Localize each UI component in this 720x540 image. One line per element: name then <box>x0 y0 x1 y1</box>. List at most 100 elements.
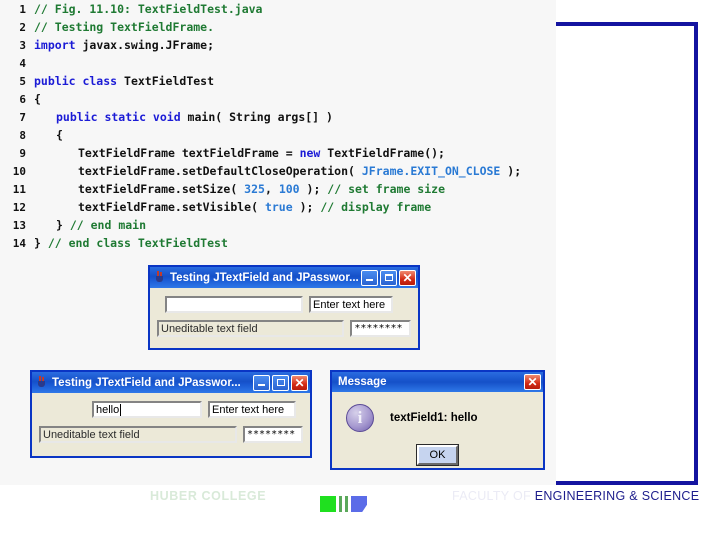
code-token: ); <box>292 200 321 214</box>
code-token: // Fig. 11.10: TextFieldTest.java <box>34 2 263 16</box>
code-token: true <box>264 200 293 214</box>
information-icon: i <box>346 404 374 432</box>
code-token: args[] ) <box>270 110 333 124</box>
ok-button[interactable]: OK <box>416 445 459 465</box>
slide-canvas: 1 // Fig. 11.10: TextFieldTest.java 2 // Te… <box>0 0 720 540</box>
window-textfieldtest-typed[interactable]: Testing JTextField and JPasswor... ✕ hel… <box>30 370 312 458</box>
window-textfieldtest-empty[interactable]: Testing JTextField and JPasswor... ✕ Ent… <box>148 265 420 350</box>
password-field[interactable]: ******** <box>350 320 411 337</box>
code-line-text: public class TextFieldTest <box>34 74 214 88</box>
window1-titlebar[interactable]: Testing JTextField and JPasswor... ✕ <box>150 267 418 288</box>
minimize-button[interactable] <box>361 269 378 286</box>
code-line: 13 } // end main <box>4 216 556 234</box>
message-dialog-content: i textField1: hello <box>332 392 543 432</box>
window2-body: hello Enter text here Uneditable text fi… <box>32 393 310 456</box>
code-line-text: TextFieldFrame textFieldFrame = new Text… <box>34 146 445 160</box>
java-cup-icon <box>153 271 166 284</box>
code-line-number: 2 <box>19 21 26 34</box>
code-line-text: textFieldFrame.setVisible( true ); // di… <box>34 200 431 214</box>
message-dialog-title: Message <box>338 376 387 388</box>
code-line-text: textFieldFrame.setSize( 325, 100 ); // s… <box>34 182 445 196</box>
code-line: 9 TextFieldFrame textFieldFrame = new Tex… <box>4 144 556 162</box>
minimize-button[interactable] <box>253 374 270 391</box>
textfield1[interactable]: hello <box>92 401 202 418</box>
code-line-text: // Fig. 11.10: TextFieldTest.java <box>34 2 262 16</box>
close-icon[interactable]: ✕ <box>524 374 541 390</box>
textfield1-value: hello <box>96 403 120 416</box>
code-token: // end main <box>69 218 147 232</box>
code-token: textFieldFrame.setDefaultCloseOperation( <box>78 164 362 178</box>
code-line-number: 14 <box>12 237 26 250</box>
code-token: javax.swing.JFrame; <box>75 38 215 52</box>
code-token: // display frame <box>320 200 432 214</box>
institution-logo <box>320 496 367 516</box>
code-token: { <box>56 128 63 142</box>
code-line-text: } // end main <box>34 218 146 232</box>
code-line-text: { <box>34 92 41 106</box>
code-line-text: { <box>34 128 63 142</box>
uneditable-textfield: Uneditable text field <box>157 320 345 337</box>
message-dialog[interactable]: Message ✕ i textField1: hello OK <box>330 370 545 470</box>
code-token: // Testing TextFieldFrame. <box>34 20 215 34</box>
code-token: main( <box>180 110 230 124</box>
code-line-number: 11 <box>12 183 26 196</box>
password-field[interactable]: ******** <box>243 426 303 443</box>
uneditable-textfield: Uneditable text field <box>39 426 237 443</box>
code-token: TextFieldFrame(); <box>320 146 445 160</box>
maximize-button[interactable] <box>380 269 397 286</box>
code-line: 7 public static void main( String args[] … <box>4 108 556 126</box>
code-token: import <box>34 38 76 52</box>
code-line-number: 8 <box>19 129 26 142</box>
footer-left-text: HUBER COLLEGE <box>150 489 267 503</box>
logo-bar-1 <box>339 496 342 512</box>
textfield2[interactable]: Enter text here <box>309 296 393 313</box>
message-dialog-buttons: OK <box>332 445 543 465</box>
code-token: ); <box>299 182 328 196</box>
code-line: 11 textFieldFrame.setSize( 325, 100 ); //… <box>4 180 556 198</box>
code-line-number: 4 <box>19 57 26 70</box>
code-token: String <box>229 110 271 124</box>
code-token: public class <box>34 74 118 88</box>
code-token: new <box>299 146 321 160</box>
logo-green-square <box>320 496 336 512</box>
code-token: // end class TextFieldTest <box>47 236 228 250</box>
restore-button[interactable] <box>272 374 289 391</box>
code-line: 4 <box>4 54 556 72</box>
code-line-text: } // end class TextFieldTest <box>34 236 228 250</box>
code-token: TextFieldFrame textFieldFrame = <box>78 146 300 160</box>
code-line-number: 6 <box>19 93 26 106</box>
code-line-number: 12 <box>12 201 26 214</box>
code-token: textFieldFrame.setVisible( <box>78 200 265 214</box>
code-line-number: 9 <box>19 147 26 160</box>
code-token: ); <box>500 164 522 178</box>
code-line: 14 } // end class TextFieldTest <box>4 234 556 252</box>
close-icon[interactable]: ✕ <box>399 269 416 286</box>
footer-right-faded: FACULTY OF <box>452 489 535 503</box>
code-line: 5 public class TextFieldTest <box>4 72 556 90</box>
code-line: 12 textFieldFrame.setVisible( true ); // … <box>4 198 556 216</box>
window2-titlebar[interactable]: Testing JTextField and JPasswor... ✕ <box>32 372 310 393</box>
close-icon[interactable]: ✕ <box>291 374 308 391</box>
code-line-number: 13 <box>12 219 26 232</box>
code-token: { <box>34 92 41 106</box>
message-dialog-titlebar[interactable]: Message ✕ <box>332 372 543 392</box>
code-line-number: 1 <box>19 3 26 16</box>
java-cup-icon <box>35 376 48 389</box>
logo-bar-2 <box>345 496 348 512</box>
code-line: 10 textFieldFrame.setDefaultCloseOperatio… <box>4 162 556 180</box>
code-token: TextFieldTest <box>117 74 215 88</box>
text-caret <box>120 403 122 416</box>
textfield2[interactable]: Enter text here <box>208 401 296 418</box>
code-line-text: import javax.swing.JFrame; <box>34 38 214 52</box>
code-line: 3 import javax.swing.JFrame; <box>4 36 556 54</box>
window1-title-buttons: ✕ <box>361 269 416 286</box>
code-token: public static void <box>56 110 181 124</box>
code-token: // set frame size <box>327 182 445 196</box>
code-line: 2 // Testing TextFieldFrame. <box>4 18 556 36</box>
code-token: JFrame.EXIT_ON_CLOSE <box>361 164 501 178</box>
code-listing: 1 // Fig. 11.10: TextFieldTest.java 2 // Te… <box>4 0 556 252</box>
window1-body: Enter text here Uneditable text field **… <box>150 288 418 348</box>
textfield1[interactable] <box>165 296 303 313</box>
code-token: 100 <box>278 182 300 196</box>
code-line-number: 7 <box>19 111 26 124</box>
